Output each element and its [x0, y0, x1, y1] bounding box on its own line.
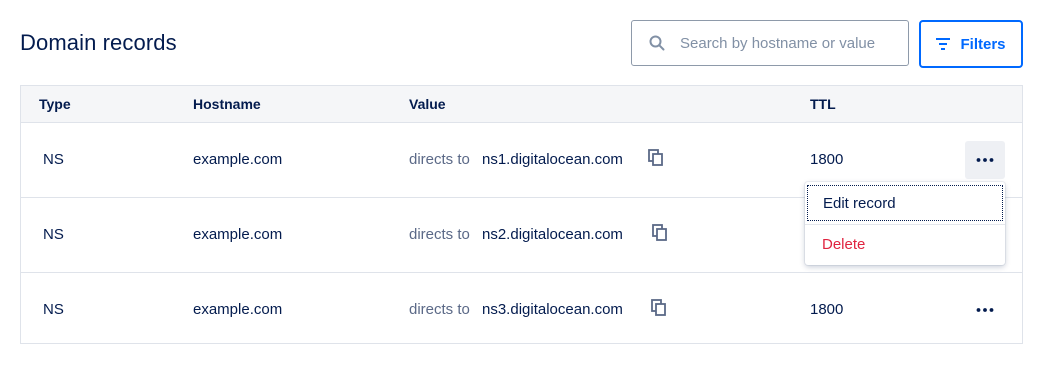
filters-button[interactable]: Filters [919, 20, 1023, 68]
more-icon [976, 158, 994, 162]
table-row: NS example.com directs to ns3.digitaloce… [21, 273, 1022, 347]
col-type: Type [39, 96, 71, 112]
table-header: Type Hostname Value TTL [21, 86, 1022, 123]
record-hostname: example.com [193, 226, 283, 243]
page-title: Domain records [20, 30, 177, 55]
menu-divider [805, 224, 1005, 225]
filter-icon [936, 38, 951, 50]
delete-menu-item[interactable]: Delete [807, 226, 1003, 262]
record-hostname: example.com [193, 301, 283, 318]
more-actions-button[interactable] [965, 141, 1005, 179]
col-value: Value [409, 96, 446, 112]
record-ttl: 1800 [810, 301, 844, 318]
record-type: NS [43, 301, 64, 318]
col-ttl: TTL [810, 96, 836, 112]
copy-icon[interactable] [651, 299, 667, 317]
record-value-prefix: directs to [409, 301, 470, 318]
record-value: ns1.digitalocean.com [482, 151, 623, 168]
copy-icon[interactable] [648, 149, 664, 167]
record-hostname: example.com [193, 151, 283, 168]
edit-record-menu-item[interactable]: Edit record [807, 185, 1003, 221]
record-type: NS [43, 151, 64, 168]
search-box[interactable] [631, 20, 909, 66]
search-input[interactable] [680, 34, 890, 52]
record-value-prefix: directs to [409, 226, 470, 243]
col-hostname: Hostname [193, 96, 261, 112]
record-value: ns2.digitalocean.com [482, 226, 623, 243]
more-icon [976, 308, 994, 312]
record-type: NS [43, 226, 64, 243]
more-actions-button[interactable] [965, 291, 1005, 329]
search-icon [648, 34, 666, 52]
record-value-prefix: directs to [409, 151, 470, 168]
record-ttl: 1800 [810, 151, 844, 168]
filters-label: Filters [960, 35, 1006, 53]
copy-icon[interactable] [652, 224, 668, 242]
actions-dropdown: Edit record Delete [805, 182, 1005, 265]
record-value: ns3.digitalocean.com [482, 301, 623, 318]
